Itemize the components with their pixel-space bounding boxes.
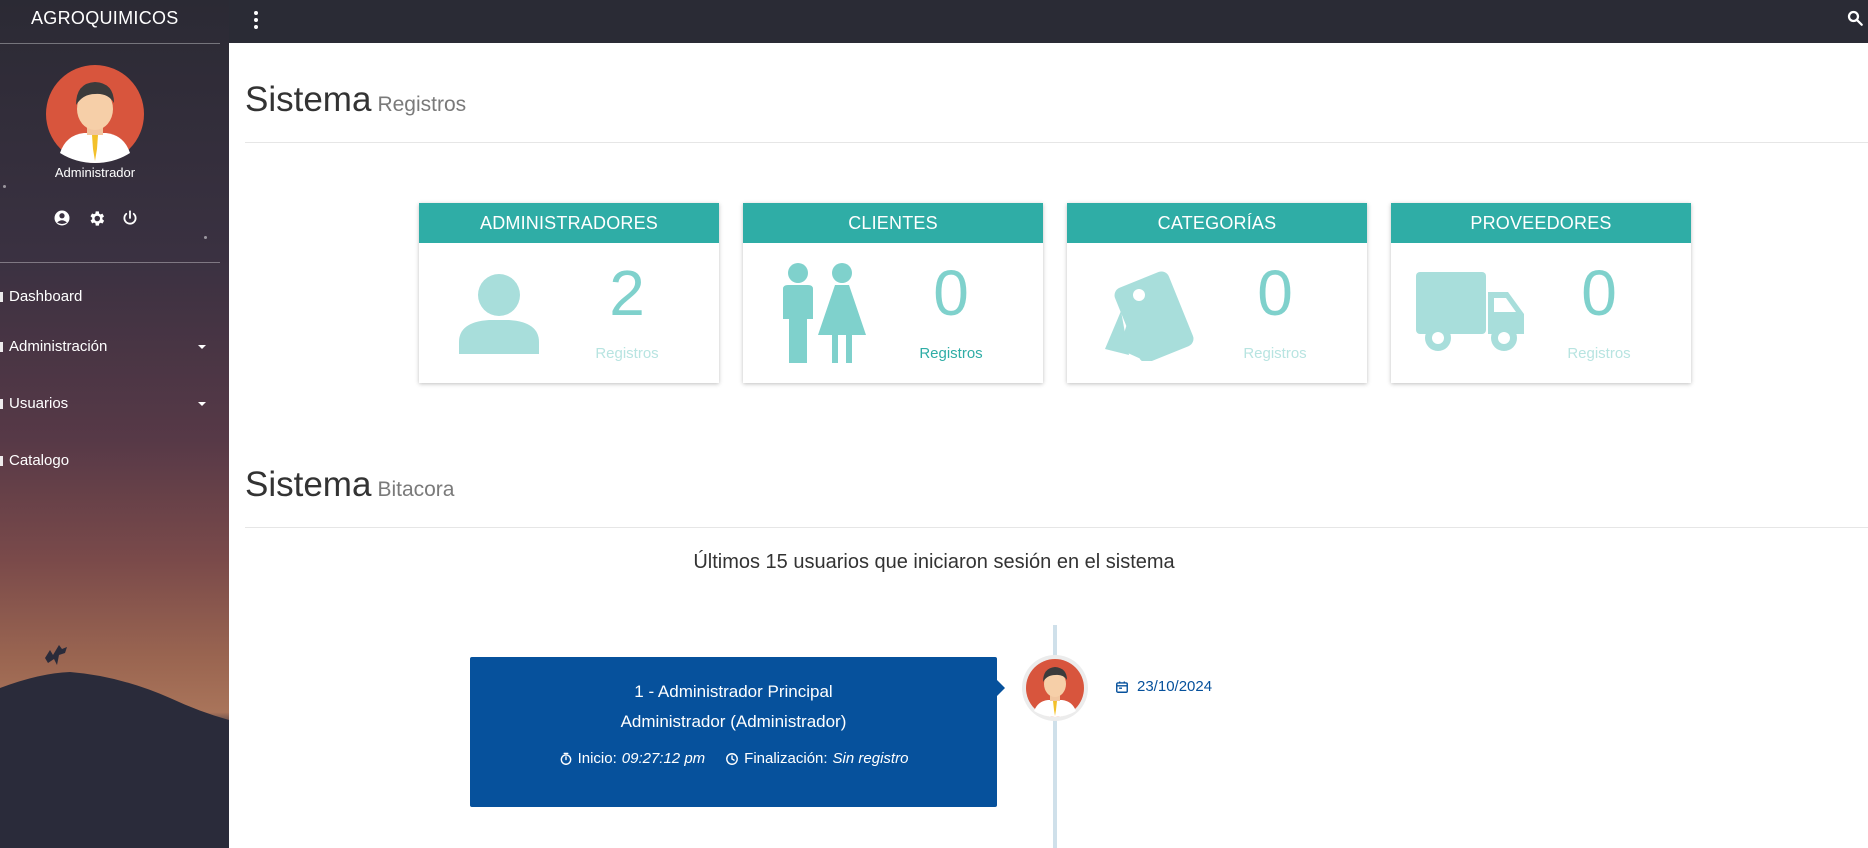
nav-bullet [0,292,3,302]
timeline-avatar [1022,655,1088,721]
sidebar-item-label: Usuarios [9,395,69,412]
card-proveedores[interactable]: PROVEEDORES 0 Registros [1391,203,1691,383]
sidebar-item-catalogo[interactable]: Catalogo [0,449,229,473]
timeline-entry: 1 - Administrador Principal Administrado… [470,657,997,807]
card-clientes[interactable]: CLIENTES 0 Registros [743,203,1043,383]
divider [0,262,220,263]
nav-bullet [0,456,3,466]
avatar[interactable] [46,65,144,163]
section-title-bitacora: Sistema Bitacora [245,465,454,505]
sidebar-item-administracion[interactable]: Administración [0,335,229,359]
card-administradores[interactable]: ADMINISTRADORES 2 Registros [419,203,719,383]
more-vert-icon[interactable] [253,11,259,31]
date-value: 23/10/2024 [1137,678,1213,695]
card-title: CATEGORÍAS [1067,203,1367,243]
sidebar-item-usuarios[interactable]: Usuarios [0,392,229,416]
user-name: Administrador [54,165,136,180]
timeline-user: 1 - Administrador Principal [634,682,833,701]
calendar-icon [1116,680,1128,693]
topbar [229,0,1868,43]
account-circle-icon[interactable] [52,208,72,228]
end-value: Sin registro [832,750,909,767]
mountain-background [0,645,229,848]
person-icon [444,263,554,363]
sidebar-item-label: Dashboard [9,288,83,305]
caret-down-icon [198,345,206,349]
tags-icon [1092,263,1202,363]
sidebar-nav: Dashboard Administración Usuarios Catalo… [0,285,229,506]
divider [0,43,220,44]
bitacora-caption: Últimos 15 usuarios que iniciaron sesión… [693,551,1175,573]
start-label: Inicio: [577,750,617,767]
end-label: Finalización: [744,750,828,767]
card-value: 0 [933,257,969,329]
section-subtitle: Registros [377,93,467,116]
nav-bullet [0,399,3,409]
nav-bullet [0,342,3,352]
card-categorias[interactable]: CATEGORÍAS 0 Registros [1067,203,1367,383]
caret-down-icon [198,402,206,406]
card-title: ADMINISTRADORES [419,203,719,243]
card-label: Registros [1243,345,1307,362]
start-value: 09:27:12 pm [621,750,706,767]
card-value: 2 [609,257,645,329]
sidebar: AGROQUIMICOS Administrador Dashboard Adm… [0,0,229,848]
card-label: Registros [919,345,983,362]
card-title: PROVEEDORES [1391,203,1691,243]
sidebar-item-label: Catalogo [9,452,70,469]
gear-icon[interactable] [86,208,106,228]
power-icon[interactable] [120,208,140,228]
divider [245,142,1868,143]
timeline-date: 23/10/2024 [1115,678,1212,695]
timeline-role: Administrador (Administrador) [620,712,847,731]
sidebar-item-dashboard[interactable]: Dashboard [0,285,229,309]
card-label: Registros [1567,345,1631,362]
man-woman-icon [768,263,878,363]
timeline-arrow [997,680,1005,696]
sidebar-item-label: Administración [9,338,108,355]
clock-icon [726,752,739,765]
section-subtitle: Bitacora [377,478,455,501]
divider [245,527,1868,528]
section-title-registros: Sistema Registros [245,80,466,120]
section-title: Sistema [245,80,372,119]
search-icon[interactable] [1846,9,1866,29]
card-title: CLIENTES [743,203,1043,243]
truck-icon [1416,263,1526,363]
card-value: 0 [1257,257,1293,329]
timer-icon [560,752,571,765]
section-title: Sistema [245,465,372,504]
card-label: Registros [595,345,659,362]
card-value: 0 [1581,257,1617,329]
app-title: AGROQUIMICOS [31,8,179,28]
